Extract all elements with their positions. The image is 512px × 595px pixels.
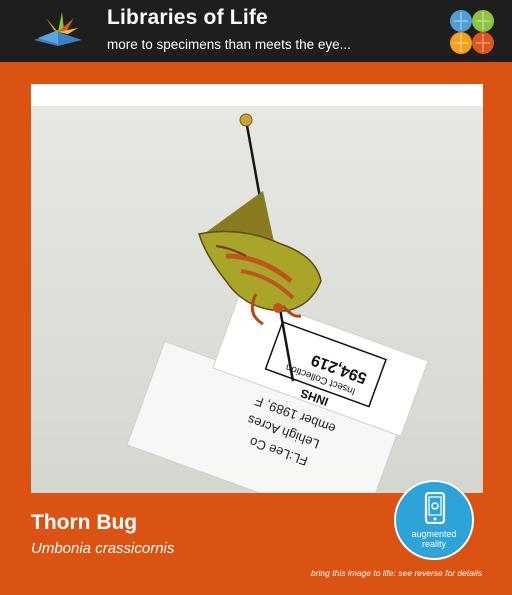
badge-label-line1: augmented — [411, 529, 457, 539]
header-bar: Libraries of Life more to specimens than… — [0, 0, 512, 62]
app-title: Libraries of Life — [107, 6, 268, 29]
specimen-photo-frame: ember 1989, F Lehigh Acres FL:Lee Co 594… — [31, 84, 483, 493]
specimen-common-name: Thorn Bug — [31, 511, 138, 534]
libraries-of-life-logo-icon — [34, 12, 82, 46]
badge-label-line2: reality — [421, 539, 446, 549]
footer-note: bring this image to life: see reverse fo… — [310, 568, 482, 578]
specimen-photo: ember 1989, F Lehigh Acres FL:Lee Co 594… — [31, 106, 483, 493]
app-tagline: more to specimens than meets the eye... — [107, 37, 351, 52]
smartphone-icon — [424, 492, 446, 524]
specimen-scientific-name: Umbonia crassicornis — [31, 540, 175, 557]
augmented-reality-badge[interactable]: augmented reality — [394, 480, 474, 560]
pin-head — [239, 113, 253, 127]
leaf-clover-icon — [450, 10, 494, 54]
